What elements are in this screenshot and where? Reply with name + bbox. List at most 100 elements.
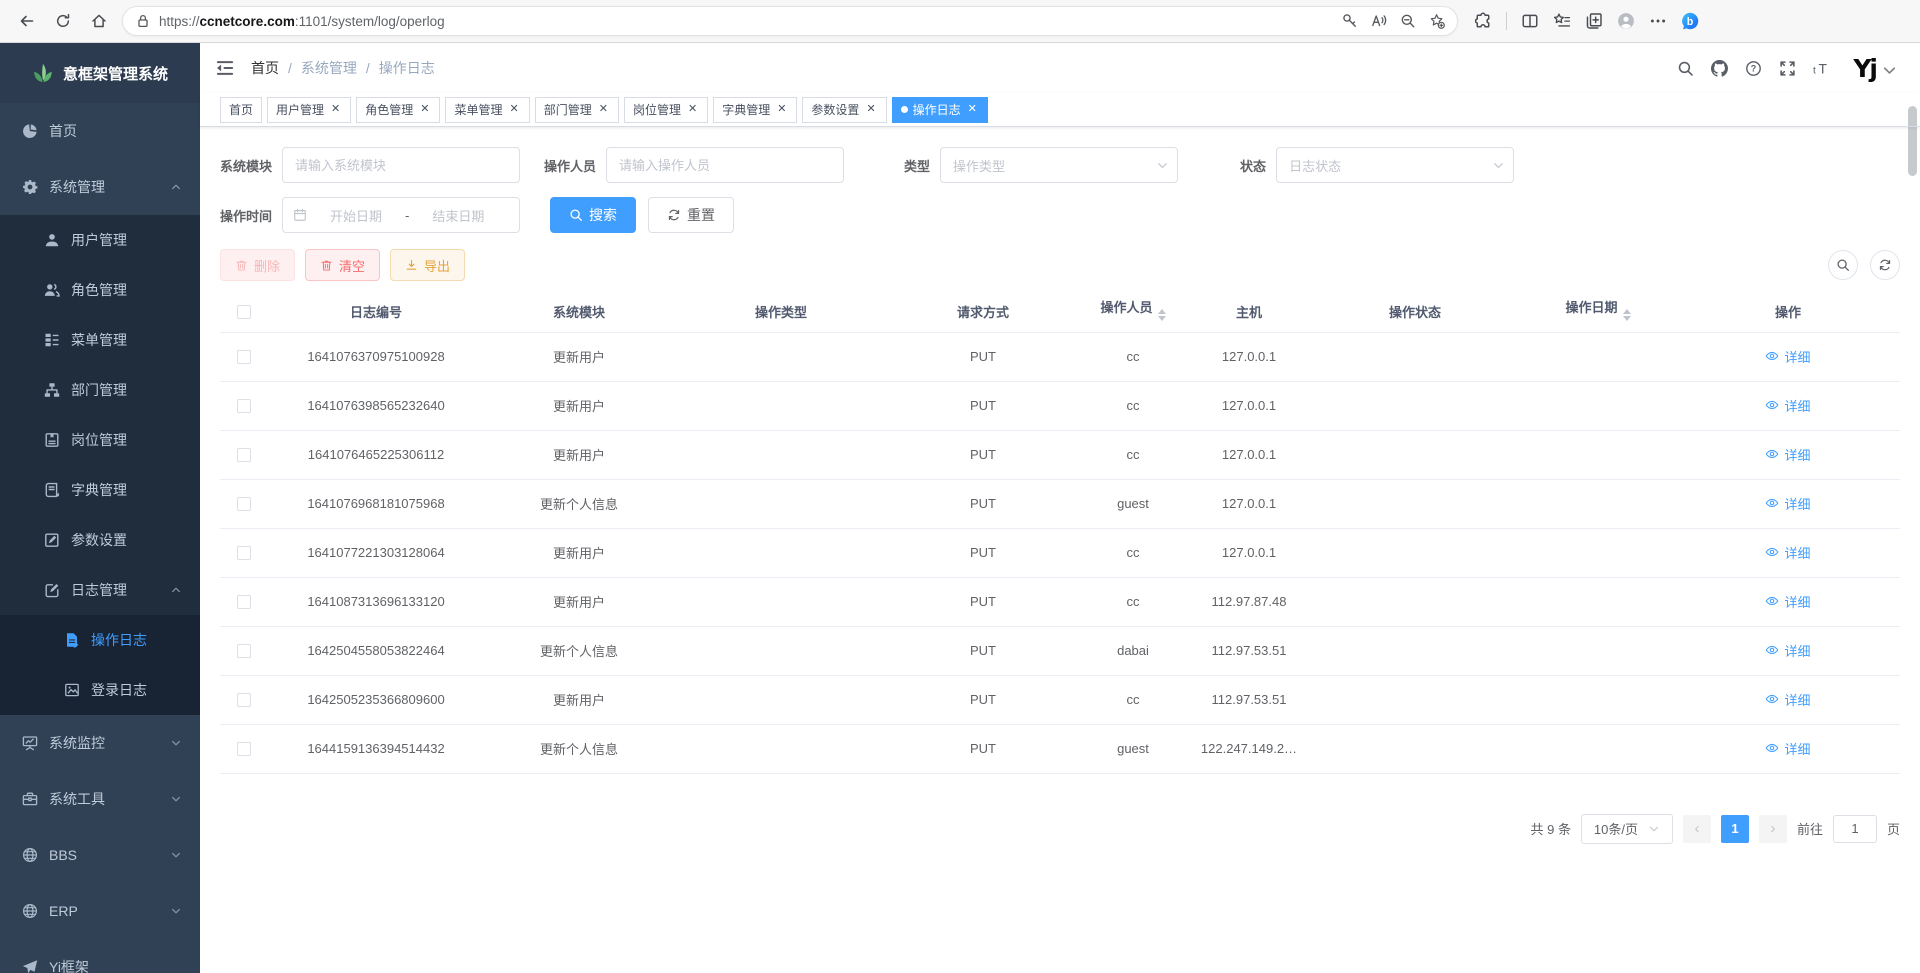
more-icon[interactable] bbox=[1649, 12, 1667, 30]
detail-link[interactable]: 详细 bbox=[1765, 690, 1810, 709]
doc-icon bbox=[64, 632, 80, 648]
tab-5[interactable]: 部门管理✕ bbox=[535, 97, 619, 123]
row-checkbox[interactable] bbox=[237, 742, 251, 756]
sort-carets-icon[interactable] bbox=[1623, 305, 1631, 325]
close-tab-icon[interactable]: ✕ bbox=[418, 103, 431, 116]
tab-1[interactable]: 首页 bbox=[220, 97, 262, 123]
home-button[interactable] bbox=[82, 4, 116, 38]
github-icon[interactable] bbox=[1711, 60, 1728, 77]
refresh-button[interactable] bbox=[46, 4, 80, 38]
detail-link[interactable]: 详细 bbox=[1765, 543, 1810, 562]
cell-id: 1644159136394514432 bbox=[268, 724, 484, 773]
page-number-1[interactable]: 1 bbox=[1721, 815, 1749, 843]
row-checkbox[interactable] bbox=[237, 595, 251, 609]
sidebar-item-erp[interactable]: ERP bbox=[0, 883, 200, 939]
split-screen-icon[interactable] bbox=[1521, 12, 1539, 30]
detail-link[interactable]: 详细 bbox=[1765, 739, 1810, 758]
sidebar-toggle-icon[interactable] bbox=[215, 58, 235, 78]
close-tab-icon[interactable]: ✕ bbox=[966, 103, 979, 116]
detail-link[interactable]: 详细 bbox=[1765, 347, 1810, 366]
detail-link[interactable]: 详细 bbox=[1765, 641, 1810, 660]
close-tab-icon[interactable]: ✕ bbox=[597, 103, 610, 116]
clear-button[interactable]: 清空 bbox=[305, 249, 380, 281]
sort-carets-icon[interactable] bbox=[1158, 305, 1166, 325]
trash-icon bbox=[235, 259, 248, 272]
operator-input[interactable] bbox=[606, 147, 844, 183]
extensions-icon[interactable] bbox=[1474, 12, 1492, 30]
tab-9[interactable]: 操作日志✕ bbox=[892, 97, 988, 123]
sidebar-item-menu-mgmt[interactable]: 菜单管理 bbox=[0, 315, 200, 365]
detail-label: 详细 bbox=[1784, 494, 1810, 513]
row-checkbox[interactable] bbox=[237, 693, 251, 707]
row-checkbox[interactable] bbox=[237, 546, 251, 560]
module-input[interactable] bbox=[282, 147, 520, 183]
show-search-button[interactable] bbox=[1828, 250, 1858, 280]
row-checkbox[interactable] bbox=[237, 399, 251, 413]
close-tab-icon[interactable]: ✕ bbox=[508, 103, 521, 116]
search-button[interactable]: 搜索 bbox=[550, 197, 636, 233]
goto-page-input[interactable] bbox=[1833, 815, 1877, 843]
row-checkbox[interactable] bbox=[237, 350, 251, 364]
favorites-bar-icon[interactable] bbox=[1553, 12, 1571, 30]
sidebar-item-dept-mgmt[interactable]: 部门管理 bbox=[0, 365, 200, 415]
back-button[interactable] bbox=[10, 4, 44, 38]
sidebar-item-post-mgmt[interactable]: 岗位管理 bbox=[0, 415, 200, 465]
close-tab-icon[interactable]: ✕ bbox=[775, 103, 788, 116]
address-bar[interactable]: https://ccnetcore.com:1101/system/log/op… bbox=[122, 6, 1458, 36]
next-page-button[interactable]: › bbox=[1759, 815, 1787, 843]
select-all-checkbox[interactable] bbox=[237, 305, 251, 319]
user-menu[interactable]: Yj bbox=[1853, 56, 1898, 81]
row-checkbox[interactable] bbox=[237, 644, 251, 658]
breadcrumb-item[interactable]: 首页 bbox=[251, 58, 279, 78]
start-date-placeholder: 开始日期 bbox=[317, 206, 395, 225]
help-icon[interactable]: ? bbox=[1745, 60, 1762, 77]
profile-icon[interactable] bbox=[1617, 12, 1635, 30]
refresh-icon bbox=[1878, 258, 1892, 272]
sidebar-item-role-mgmt[interactable]: 角色管理 bbox=[0, 265, 200, 315]
col-operator[interactable]: 操作人员 bbox=[1078, 291, 1188, 332]
sidebar-item-log-mgmt[interactable]: 日志管理 bbox=[0, 565, 200, 615]
sidebar-item-user-mgmt[interactable]: 用户管理 bbox=[0, 215, 200, 265]
sidebar-item-home[interactable]: 首页 bbox=[0, 103, 200, 159]
calendar-icon bbox=[293, 208, 307, 222]
close-tab-icon[interactable]: ✕ bbox=[864, 103, 877, 116]
export-button[interactable]: 导出 bbox=[390, 249, 465, 281]
sidebar-item-login-log[interactable]: 登录日志 bbox=[0, 665, 200, 715]
type-select[interactable]: 操作类型 bbox=[940, 147, 1178, 183]
collections-icon[interactable] bbox=[1585, 12, 1603, 30]
sidebar-item-oper-log[interactable]: 操作日志 bbox=[0, 615, 200, 665]
detail-link[interactable]: 详细 bbox=[1765, 396, 1810, 415]
page-size-select[interactable]: 10条/页 bbox=[1581, 814, 1673, 844]
sidebar-item-system-monitor[interactable]: 系统监控 bbox=[0, 715, 200, 771]
detail-link[interactable]: 详细 bbox=[1765, 592, 1810, 611]
sidebar-item-bbs[interactable]: BBS bbox=[0, 827, 200, 883]
sidebar-item-system-mgmt[interactable]: 系统管理 bbox=[0, 159, 200, 215]
delete-button[interactable]: 删除 bbox=[220, 249, 295, 281]
close-tab-icon[interactable]: ✕ bbox=[686, 103, 699, 116]
refresh-table-button[interactable] bbox=[1870, 250, 1900, 280]
fullscreen-icon[interactable] bbox=[1779, 60, 1796, 77]
col-date[interactable]: 操作日期 bbox=[1520, 291, 1676, 332]
status-select[interactable]: 日志状态 bbox=[1276, 147, 1514, 183]
tab-8[interactable]: 参数设置✕ bbox=[802, 97, 886, 123]
reset-button[interactable]: 重置 bbox=[648, 197, 734, 233]
search-icon[interactable] bbox=[1677, 60, 1694, 77]
detail-link[interactable]: 详细 bbox=[1765, 445, 1810, 464]
tab-4[interactable]: 菜单管理✕ bbox=[445, 97, 529, 123]
bing-icon[interactable]: b bbox=[1681, 12, 1699, 30]
tab-3[interactable]: 角色管理✕ bbox=[356, 97, 440, 123]
sidebar-item-param-settings[interactable]: 参数设置 bbox=[0, 515, 200, 565]
sidebar-item-system-tools[interactable]: 系统工具 bbox=[0, 771, 200, 827]
font-size-icon[interactable]: tT bbox=[1813, 60, 1830, 77]
sidebar-item-yi-framework[interactable]: Yi框架 bbox=[0, 939, 200, 973]
tab-6[interactable]: 岗位管理✕ bbox=[624, 97, 708, 123]
date-range-picker[interactable]: 开始日期 - 结束日期 bbox=[282, 197, 520, 233]
tab-7[interactable]: 字典管理✕ bbox=[713, 97, 797, 123]
prev-page-button[interactable]: ‹ bbox=[1683, 815, 1711, 843]
close-tab-icon[interactable]: ✕ bbox=[329, 103, 342, 116]
detail-link[interactable]: 详细 bbox=[1765, 494, 1810, 513]
tab-2[interactable]: 用户管理✕ bbox=[267, 97, 351, 123]
row-checkbox[interactable] bbox=[237, 448, 251, 462]
sidebar-item-dict-mgmt[interactable]: 字典管理 bbox=[0, 465, 200, 515]
row-checkbox[interactable] bbox=[237, 497, 251, 511]
